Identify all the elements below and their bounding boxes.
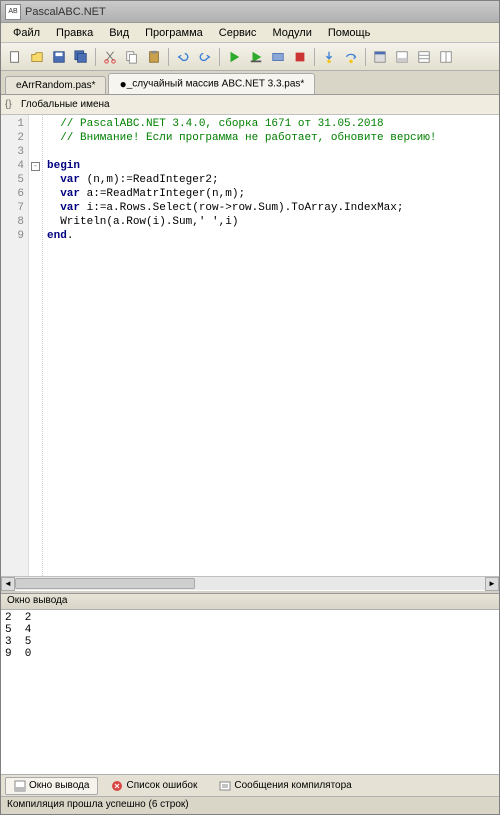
output-text[interactable]: 2 2 5 4 3 5 9 0 [1,610,499,774]
toolbar-separator [95,48,96,66]
save-button[interactable] [49,47,69,67]
properties-button[interactable] [414,47,434,67]
toolbar [1,43,499,71]
tab-errors[interactable]: Список ошибок [102,777,206,795]
scroll-right-button[interactable]: ► [485,577,499,591]
stop-button[interactable] [290,47,310,67]
copy-button[interactable] [122,47,142,67]
tab-compiler[interactable]: Сообщения компилятора [210,777,360,795]
help-button[interactable] [436,47,456,67]
status-text: Компиляция прошла успешно (6 строк) [7,799,189,810]
compile-button[interactable] [268,47,288,67]
redo-button[interactable] [195,47,215,67]
code-area[interactable]: // PascalABC.NET 3.4.0, сборка 1671 от 3… [43,115,499,576]
braces-icon: {} [5,99,17,111]
menu-program[interactable]: Программа [137,25,211,41]
run-no-debug-button[interactable] [246,47,266,67]
output-panel: Окно вывода 2 2 5 4 3 5 9 0 [1,594,499,774]
tab-label: Список ошибок [126,780,197,791]
menu-view[interactable]: Вид [101,25,137,41]
file-tab[interactable]: eArrRandom.pas* [5,76,106,94]
step-into-button[interactable] [319,47,339,67]
menu-bar: Файл Правка Вид Программа Сервис Модули … [1,23,499,43]
compiler-messages-icon [219,780,231,792]
paste-button[interactable] [144,47,164,67]
form-designer-button[interactable] [370,47,390,67]
error-list-icon [111,780,123,792]
window-title: PascalABC.NET [25,6,106,18]
line-number-gutter: 123456789 [1,115,29,576]
tab-label: Сообщения компилятора [234,780,351,791]
globals-dropdown[interactable]: {} Глобальные имена [1,95,499,115]
code-editor[interactable]: 123456789 - // PascalABC.NET 3.4.0, сбор… [1,115,499,576]
status-bar: Компиляция прошла успешно (6 строк) [1,796,499,814]
menu-file[interactable]: Файл [5,25,48,41]
toolbar-separator [365,48,366,66]
bottom-tab-bar: Окно вывода Список ошибок Сообщения комп… [1,774,499,796]
toolbar-separator [168,48,169,66]
run-button[interactable] [224,47,244,67]
output-icon [14,780,26,792]
scrollbar-thumb[interactable] [15,578,195,589]
tab-label: Окно вывода [29,780,89,791]
new-file-button[interactable] [5,47,25,67]
globals-label: Глобальные имена [21,99,110,110]
menu-help[interactable]: Помощь [320,25,379,41]
fold-column[interactable]: - [29,115,43,576]
menu-service[interactable]: Сервис [211,25,265,41]
file-tab-bar: eArrRandom.pas* ●_случайный массив ABC.N… [1,71,499,95]
toolbar-separator [314,48,315,66]
dirty-indicator-icon: ● [119,77,126,91]
file-tab[interactable]: ●_случайный массив ABC.NET 3.3.pas* [108,73,315,94]
output-panel-title: Окно вывода [1,594,499,610]
title-bar: AB PascalABC.NET [1,1,499,23]
toolbar-separator [219,48,220,66]
tab-label: eArrRandom.pas* [16,80,95,91]
undo-button[interactable] [173,47,193,67]
app-icon: AB [5,4,21,20]
menu-edit[interactable]: Правка [48,25,101,41]
menu-modules[interactable]: Модули [264,25,319,41]
save-all-button[interactable] [71,47,91,67]
tab-label: _случайный массив ABC.NET 3.3.pas* [127,79,305,90]
cut-button[interactable] [100,47,120,67]
output-panel-button[interactable] [392,47,412,67]
open-file-button[interactable] [27,47,47,67]
scroll-left-button[interactable]: ◄ [1,577,15,591]
tab-output[interactable]: Окно вывода [5,777,98,795]
step-over-button[interactable] [341,47,361,67]
horizontal-scrollbar[interactable]: ◄ ► [1,576,499,590]
